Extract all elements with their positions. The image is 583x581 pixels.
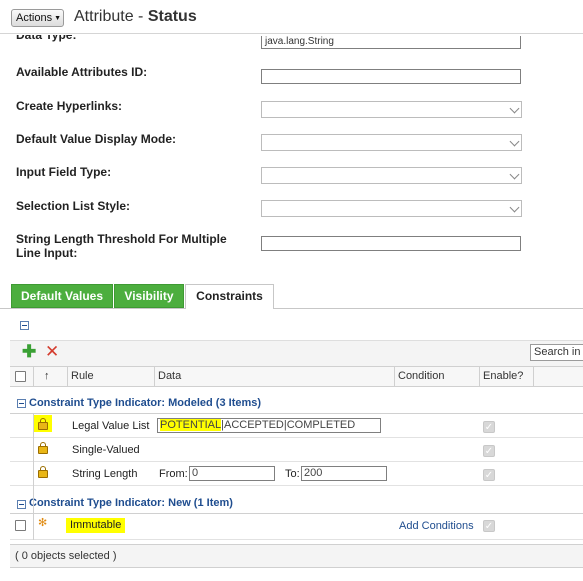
from-input[interactable]: 0 (189, 466, 275, 481)
selection-list-style-select[interactable] (261, 200, 522, 217)
table-toolbar (10, 340, 583, 366)
column-divider (67, 366, 68, 387)
group-header-modeled[interactable]: Constraint Type Indicator: Modeled (3 It… (29, 397, 261, 409)
actions-label: Actions (16, 12, 53, 24)
column-divider (533, 366, 534, 387)
string-length-threshold-label: String Length Threshold For Multiple Lin… (16, 232, 227, 260)
from-label: From: (159, 468, 188, 480)
collapse-group-icon[interactable] (17, 399, 26, 408)
condition-column-header[interactable]: Condition (398, 370, 444, 382)
collapse-icon[interactable] (20, 321, 29, 330)
input-field-type-select[interactable] (261, 167, 522, 184)
tab-constraints[interactable]: Constraints (185, 284, 274, 309)
sort-column-header[interactable]: ↑ (44, 370, 50, 382)
actions-menu-button[interactable]: Actions ▼ (11, 9, 64, 27)
enable-checkbox[interactable]: ✓ (483, 469, 495, 481)
rule-cell: Legal Value List (72, 420, 150, 432)
enable-checkbox[interactable]: ✓ (483, 421, 495, 433)
enable-checkbox[interactable]: ✓ (483, 520, 495, 532)
tab-visibility[interactable]: Visibility (114, 284, 184, 308)
data-type-label: Data Type: (16, 28, 77, 42)
page-title: Attribute - Status (74, 8, 197, 26)
rule-cell: String Length (72, 468, 138, 480)
rule-cell: Immutable (66, 518, 126, 533)
delete-icon[interactable]: ✕ (45, 343, 59, 360)
input-field-type-label: Input Field Type: (16, 165, 112, 179)
group-header-new[interactable]: Constraint Type Indicator: New (1 Item) (29, 497, 233, 509)
column-divider (479, 366, 480, 387)
tab-default-values[interactable]: Default Values (11, 284, 113, 308)
column-divider (33, 366, 34, 387)
lock-icon (38, 442, 48, 454)
to-input[interactable]: 200 (301, 466, 387, 481)
enable-checkbox[interactable]: ✓ (483, 445, 495, 457)
title-prefix: Attribute - (74, 8, 148, 25)
title-main: Status (147, 8, 197, 25)
column-divider (394, 366, 395, 387)
enable-column-header[interactable]: Enable? (483, 370, 523, 382)
string-length-threshold-input[interactable] (261, 236, 521, 251)
column-divider (154, 366, 155, 387)
to-label: To: (285, 468, 300, 480)
header-divider (0, 33, 583, 34)
create-hyperlinks-label: Create Hyperlinks: (16, 99, 123, 113)
column-divider (33, 414, 34, 540)
rule-column-header[interactable]: Rule (71, 370, 94, 382)
lock-icon (38, 418, 48, 430)
chevron-down-icon (509, 169, 520, 180)
selection-status: ( 0 objects selected ) (10, 544, 583, 568)
remaining-values: |ACCEPTED|COMPLETED (221, 419, 356, 431)
default-value-display-mode-label: Default Value Display Mode: (16, 132, 177, 146)
create-hyperlinks-select[interactable] (261, 101, 522, 118)
data-column-header[interactable]: Data (158, 370, 181, 382)
lock-icon (38, 466, 48, 478)
new-item-icon: ✻ (38, 517, 48, 529)
row-checkbox[interactable] (15, 520, 26, 531)
add-conditions-link[interactable]: Add Conditions (399, 520, 474, 532)
active-tab-cover (186, 307, 273, 309)
available-attributes-id-input[interactable] (261, 69, 521, 84)
collapse-group-icon[interactable] (17, 500, 26, 509)
available-attributes-id-label: Available Attributes ID: (16, 65, 148, 79)
chevron-down-icon (509, 136, 520, 147)
selection-list-style-label: Selection List Style: (16, 199, 131, 213)
search-input[interactable]: Search in table (530, 344, 583, 361)
chevron-down-icon (509, 103, 520, 114)
select-all-checkbox[interactable] (15, 371, 26, 382)
chevron-down-icon: ▼ (54, 15, 62, 22)
rule-cell: Single-Valued (72, 444, 140, 456)
tab-divider (0, 308, 583, 309)
default-value-display-mode-select[interactable] (261, 134, 522, 151)
highlighted-value: POTENTIAL (160, 419, 222, 431)
legal-value-list-input[interactable]: POTENTIAL|ACCEPTED|COMPLETED (157, 418, 381, 433)
data-type-field[interactable]: java.lang.String (261, 36, 521, 49)
add-icon[interactable]: ✚ (22, 343, 36, 360)
chevron-down-icon (509, 202, 520, 213)
